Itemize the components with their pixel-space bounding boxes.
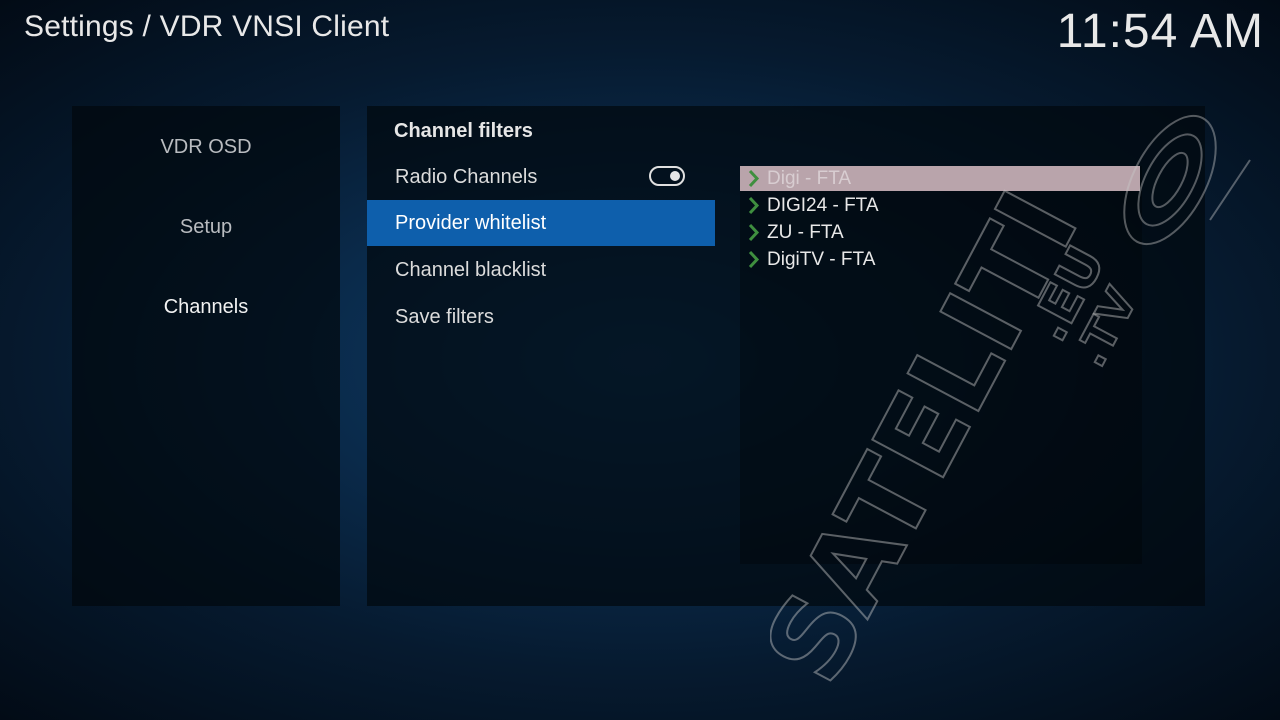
chevron-right-icon xyxy=(748,196,760,215)
provider-list: Digi - FTA DIGI24 - FTA ZU - FTA DigiTV … xyxy=(740,166,1142,564)
channel-blacklist-item[interactable]: Channel blacklist xyxy=(367,247,715,293)
sidebar-item-vdr-osd[interactable]: VDR OSD xyxy=(72,136,340,159)
section-title: Channel filters xyxy=(394,120,533,142)
chevron-right-icon xyxy=(748,250,760,269)
radio-channels-toggle[interactable] xyxy=(649,166,685,186)
list-item-label: DIGI24 - FTA xyxy=(767,195,879,216)
sidebar: VDR OSD Setup Channels xyxy=(72,106,340,606)
clock: 11:54 AM xyxy=(1056,5,1264,58)
save-filters-item[interactable]: Save filters xyxy=(367,294,715,340)
list-item[interactable]: DigiTV - FTA xyxy=(740,247,1140,272)
menu-item-label: Save filters xyxy=(395,306,494,328)
settings-panel: Channel filters Radio Channels Provider … xyxy=(367,106,1205,606)
list-item[interactable]: ZU - FTA xyxy=(740,220,1140,245)
provider-whitelist-item[interactable]: Provider whitelist xyxy=(367,200,715,246)
sidebar-item-channels[interactable]: Channels xyxy=(72,296,340,319)
chevron-right-icon xyxy=(748,223,760,242)
list-item-label: ZU - FTA xyxy=(767,222,844,243)
menu-item-label: Radio Channels xyxy=(395,166,538,188)
sidebar-item-setup[interactable]: Setup xyxy=(72,216,340,239)
menu-item-label: Provider whitelist xyxy=(395,212,547,234)
list-item[interactable]: Digi - FTA xyxy=(740,166,1140,191)
list-item[interactable]: DIGI24 - FTA xyxy=(740,193,1140,218)
list-item-label: DigiTV - FTA xyxy=(767,249,876,270)
page-title: Settings / VDR VNSI Client xyxy=(24,10,390,43)
chevron-right-icon xyxy=(748,169,760,188)
list-item-label: Digi - FTA xyxy=(767,168,852,189)
menu-item-label: Channel blacklist xyxy=(395,259,547,281)
radio-channels-item[interactable]: Radio Channels xyxy=(367,154,715,200)
toggle-knob xyxy=(670,171,680,181)
